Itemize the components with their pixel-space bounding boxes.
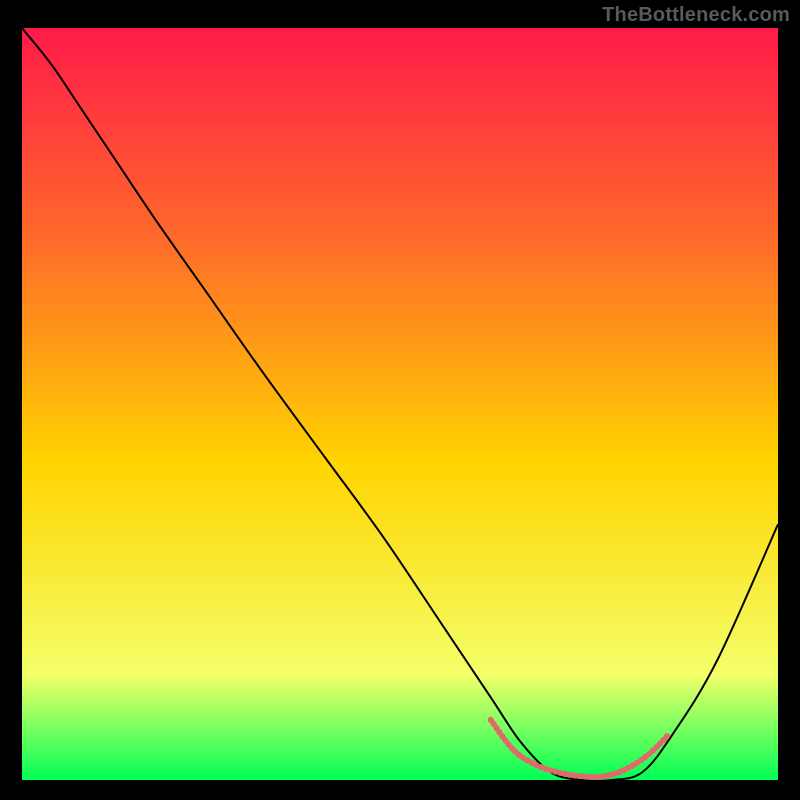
chart-svg: [22, 28, 778, 780]
gradient-background: [22, 28, 778, 780]
chart-plot-area: [22, 28, 778, 780]
watermark-text: TheBottleneck.com: [602, 4, 790, 27]
